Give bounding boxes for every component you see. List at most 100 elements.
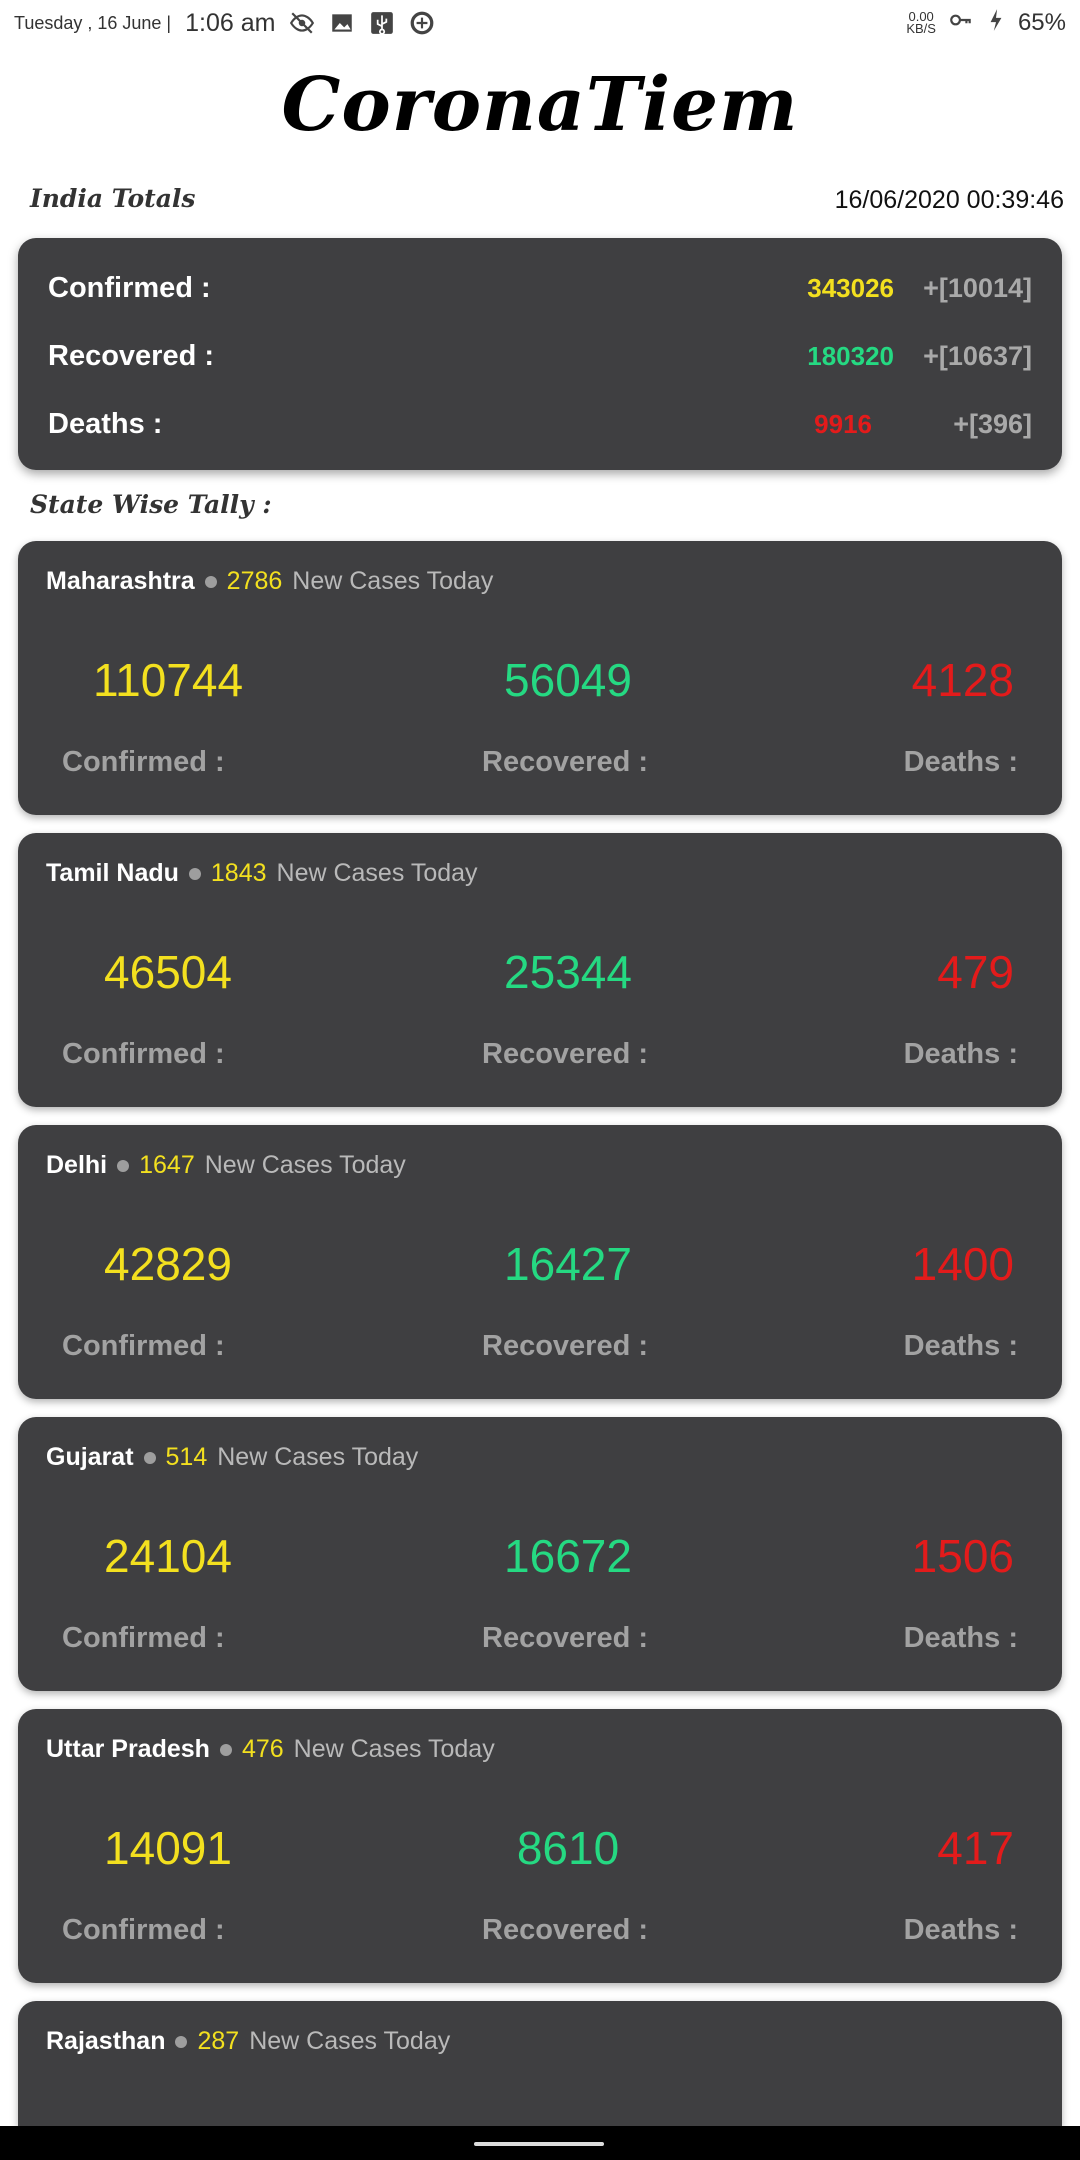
state-name: Uttar Pradesh	[46, 1735, 210, 1763]
status-icons	[289, 10, 435, 36]
confirmed-caption: Confirmed :	[62, 1622, 225, 1654]
state-header: Maharashtra 2786 New Cases Today	[46, 567, 493, 596]
new-cases-label: New Cases Today	[292, 567, 494, 595]
recovered-caption: Recovered :	[482, 1622, 649, 1654]
data-saver-icon	[409, 10, 435, 36]
vpn-key-icon	[948, 7, 974, 40]
totals-confirmed-delta: +[10014]	[923, 272, 1032, 303]
confirmed-value: 42829	[104, 1238, 232, 1290]
new-cases-count: 476	[241, 1735, 284, 1763]
confirmed-caption: Confirmed :	[62, 746, 225, 778]
totals-confirmed-label: Confirmed :	[48, 271, 211, 304]
gesture-nav-bar	[0, 2126, 1080, 2160]
state-wise-label: State Wise Tally :	[30, 490, 272, 519]
deaths-value: 1506	[911, 1530, 1014, 1582]
totals-recovered-row: Recovered : 180320 +[10637]	[18, 326, 1062, 386]
last-updated: 16/06/2020 00:39:46	[834, 186, 1064, 214]
state-name: Delhi	[46, 1151, 108, 1179]
new-cases-label: New Cases Today	[204, 1151, 406, 1179]
battery-percent: 65%	[1017, 9, 1066, 36]
confirmed-value: 110744	[92, 654, 244, 706]
totals-deaths-delta: +[396]	[953, 408, 1032, 439]
confirmed-caption: Confirmed :	[62, 1330, 225, 1362]
state-card-tamil-nadu[interactable]: Tamil Nadu 1843 New Cases Today 46504 25…	[18, 833, 1062, 1107]
state-header: Rajasthan 287 New Cases Today	[46, 2027, 450, 2056]
state-card-maharashtra[interactable]: Maharashtra 2786 New Cases Today 110744 …	[18, 541, 1062, 815]
india-totals-label: India Totals	[30, 184, 196, 213]
state-card-gujarat[interactable]: Gujarat 514 New Cases Today 24104 16672 …	[18, 1417, 1062, 1691]
dot-separator	[188, 867, 201, 880]
status-time: 1:06 am	[185, 8, 276, 37]
net-speed: 0.00 KB/S	[906, 10, 936, 36]
state-name: Maharashtra	[46, 567, 195, 595]
recovered-value: 16672	[504, 1530, 632, 1582]
totals-recovered-label: Recovered :	[48, 339, 215, 372]
dot-separator	[117, 1159, 130, 1172]
confirmed-value: 46504	[104, 946, 232, 998]
deaths-value: 417	[937, 1822, 1014, 1874]
state-card-rajasthan[interactable]: Rajasthan 287 New Cases Today	[18, 2001, 1062, 2126]
deaths-value: 1400	[911, 1238, 1014, 1290]
new-cases-label: New Cases Today	[217, 1443, 419, 1471]
new-cases-label: New Cases Today	[249, 2027, 451, 2055]
recovered-caption: Recovered :	[482, 1038, 649, 1070]
eye-off-icon	[289, 10, 315, 36]
new-cases-count: 287	[197, 2027, 240, 2055]
totals-recovered-value: 180320	[807, 340, 894, 371]
dot-separator	[219, 1743, 232, 1756]
deaths-caption: Deaths :	[903, 1330, 1018, 1362]
app-title: CoronaTiem	[281, 62, 799, 148]
deaths-caption: Deaths :	[903, 1038, 1018, 1070]
totals-confirmed-value: 343026	[807, 272, 894, 303]
new-cases-count: 514	[165, 1443, 208, 1471]
recovered-value: 8610	[516, 1822, 620, 1874]
deaths-value: 479	[937, 946, 1014, 998]
state-name: Rajasthan	[46, 2027, 166, 2055]
home-gesture-handle[interactable]	[474, 2142, 604, 2146]
deaths-caption: Deaths :	[903, 1622, 1018, 1654]
totals-recovered-delta: +[10637]	[923, 340, 1032, 371]
net-speed-unit: KB/S	[906, 21, 936, 36]
state-header: Gujarat 514 New Cases Today	[46, 1443, 418, 1472]
recovered-value: 16427	[504, 1238, 632, 1290]
recovered-caption: Recovered :	[482, 1914, 649, 1946]
state-card-delhi[interactable]: Delhi 1647 New Cases Today 42829 16427 1…	[18, 1125, 1062, 1399]
status-date: Tuesday , 16 June |	[14, 12, 172, 33]
state-header: Uttar Pradesh 476 New Cases Today	[46, 1735, 495, 1764]
new-cases-label: New Cases Today	[276, 859, 478, 887]
totals-confirmed-row: Confirmed : 343026 +[10014]	[18, 258, 1062, 318]
confirmed-caption: Confirmed :	[62, 1914, 225, 1946]
recovered-caption: Recovered :	[482, 746, 649, 778]
state-header: Tamil Nadu 1843 New Cases Today	[46, 859, 478, 888]
india-totals-card: Confirmed : 343026 +[10014] Recovered : …	[18, 238, 1062, 470]
state-name: Gujarat	[46, 1443, 134, 1471]
dot-separator	[143, 1451, 156, 1464]
recovered-value: 25344	[504, 946, 632, 998]
status-right: 0.00 KB/S 65%	[906, 7, 1066, 40]
status-left: Tuesday , 16 June | 1:06 am	[14, 9, 435, 38]
state-name: Tamil Nadu	[46, 859, 179, 887]
status-bar: Tuesday , 16 June | 1:06 am 0.00 KB/S 65…	[0, 0, 1080, 46]
recovered-caption: Recovered :	[482, 1330, 649, 1362]
new-cases-label: New Cases Today	[293, 1735, 495, 1763]
new-cases-count: 1843	[210, 859, 267, 887]
state-header: Delhi 1647 New Cases Today	[46, 1151, 406, 1180]
confirmed-value: 14091	[104, 1822, 232, 1874]
dot-separator	[175, 2035, 188, 2048]
new-cases-count: 2786	[226, 567, 283, 595]
state-card-uttar-pradesh[interactable]: Uttar Pradesh 476 New Cases Today 14091 …	[18, 1709, 1062, 1983]
recovered-value: 56049	[504, 654, 632, 706]
confirmed-caption: Confirmed :	[62, 1038, 225, 1070]
deaths-caption: Deaths :	[903, 746, 1018, 778]
dot-separator	[204, 575, 217, 588]
totals-deaths-row: Deaths : 9916 +[396]	[18, 394, 1062, 454]
charging-icon	[986, 7, 1006, 40]
image-icon	[329, 10, 355, 36]
totals-deaths-label: Deaths :	[48, 407, 163, 440]
deaths-value: 4128	[911, 654, 1014, 706]
confirmed-value: 24104	[104, 1530, 232, 1582]
new-cases-count: 1647	[139, 1151, 195, 1179]
totals-deaths-value: 9916	[814, 408, 872, 439]
usb-icon	[369, 10, 395, 36]
deaths-caption: Deaths :	[903, 1914, 1018, 1946]
